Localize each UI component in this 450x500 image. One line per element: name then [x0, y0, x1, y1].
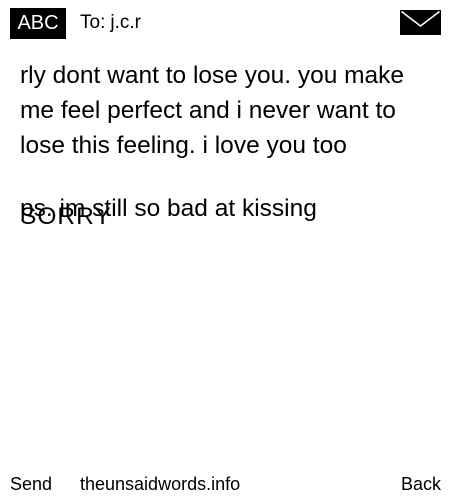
- compose-header: ABC To: j.c.r: [0, 0, 450, 46]
- softkey-bar: Send theunsaidwords.info Back: [0, 468, 450, 500]
- input-mode-badge[interactable]: ABC: [10, 8, 66, 39]
- message-compose-screen: ABC To: j.c.r rly dont want to lose you. …: [0, 0, 450, 500]
- recipient-field[interactable]: To: j.c.r: [80, 10, 141, 36]
- envelope-icon: [400, 10, 441, 35]
- message-text: rly dont want to lose you. you make me f…: [20, 62, 405, 159]
- recipient-value: j.c.r: [110, 12, 141, 33]
- message-body[interactable]: rly dont want to lose you. you make me f…: [20, 58, 435, 163]
- site-watermark: theunsaidwords.info: [80, 474, 241, 494]
- recipient-label: To:: [80, 12, 106, 33]
- sorry-overlay-text: SORRY: [20, 203, 112, 230]
- back-softkey[interactable]: Back: [401, 473, 441, 495]
- send-softkey[interactable]: Send: [10, 473, 52, 495]
